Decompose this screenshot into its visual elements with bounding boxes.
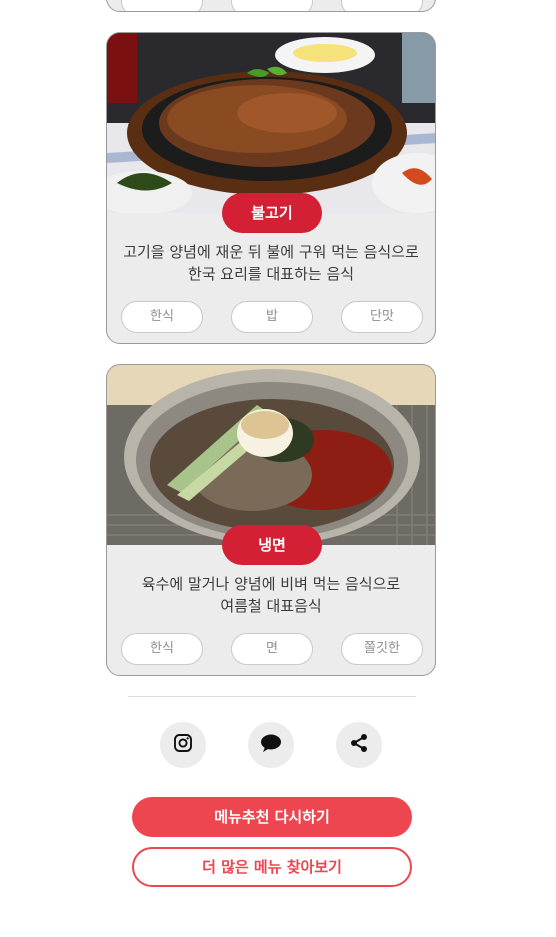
menu-card-previous: [106, 0, 436, 12]
menu-card-bulgogi: 불고기 고기을 양념에 재운 뒤 불에 구워 먹는 음식으로 한국 요리를 대표…: [106, 32, 436, 344]
menu-description: 고기을 양념에 재운 뒤 불에 구워 먹는 음식으로 한국 요리를 대표하는 음…: [107, 241, 435, 285]
menu-description-line: 한국 요리를 대표하는 음식: [187, 265, 355, 283]
share-icon: [349, 733, 369, 757]
bulgogi-photo: [107, 33, 435, 213]
tag-pill: [121, 0, 203, 11]
menu-description-line: 여름철 대표음식: [220, 597, 322, 615]
menu-description: 육수에 말거나 양념에 비벼 먹는 음식으로 여름철 대표음식: [107, 573, 435, 617]
menu-card-naengmyeon: 냉면 육수에 말거나 양념에 비벼 먹는 음식으로 여름철 대표음식 한식 면 …: [106, 364, 436, 676]
tag-pill[interactable]: 면: [231, 633, 313, 665]
instagram-icon: [173, 733, 193, 757]
instagram-share-button[interactable]: [160, 722, 206, 768]
tag-pill[interactable]: 단맛: [341, 301, 423, 333]
tag-pill[interactable]: 한식: [121, 301, 203, 333]
more-menus-button[interactable]: 더 많은 메뉴 찾아보기: [132, 847, 412, 887]
retry-recommendation-button[interactable]: 메뉴추천 다시하기: [132, 797, 412, 837]
section-divider: [128, 696, 416, 697]
tag-list: 한식 면 쫄깃한: [121, 633, 423, 665]
chat-bubble-icon: [260, 733, 282, 757]
tag-list: 한식 밥 단맛: [121, 301, 423, 333]
tag-pill[interactable]: 한식: [121, 633, 203, 665]
kakaotalk-share-button[interactable]: [248, 722, 294, 768]
menu-name-badge: 불고기: [222, 193, 322, 233]
link-share-button[interactable]: [336, 722, 382, 768]
naengmyeon-photo: [107, 365, 435, 545]
tag-pill: [231, 0, 313, 11]
tag-pill[interactable]: 밥: [231, 301, 313, 333]
tag-pill[interactable]: 쫄깃한: [341, 633, 423, 665]
menu-description-line: 육수에 말거나 양념에 비벼 먹는 음식으로: [141, 575, 401, 593]
tag-pill: [341, 0, 423, 11]
menu-description-line: 고기을 양념에 재운 뒤 불에 구워 먹는 음식으로: [123, 243, 419, 261]
menu-name-badge: 냉면: [222, 525, 322, 565]
